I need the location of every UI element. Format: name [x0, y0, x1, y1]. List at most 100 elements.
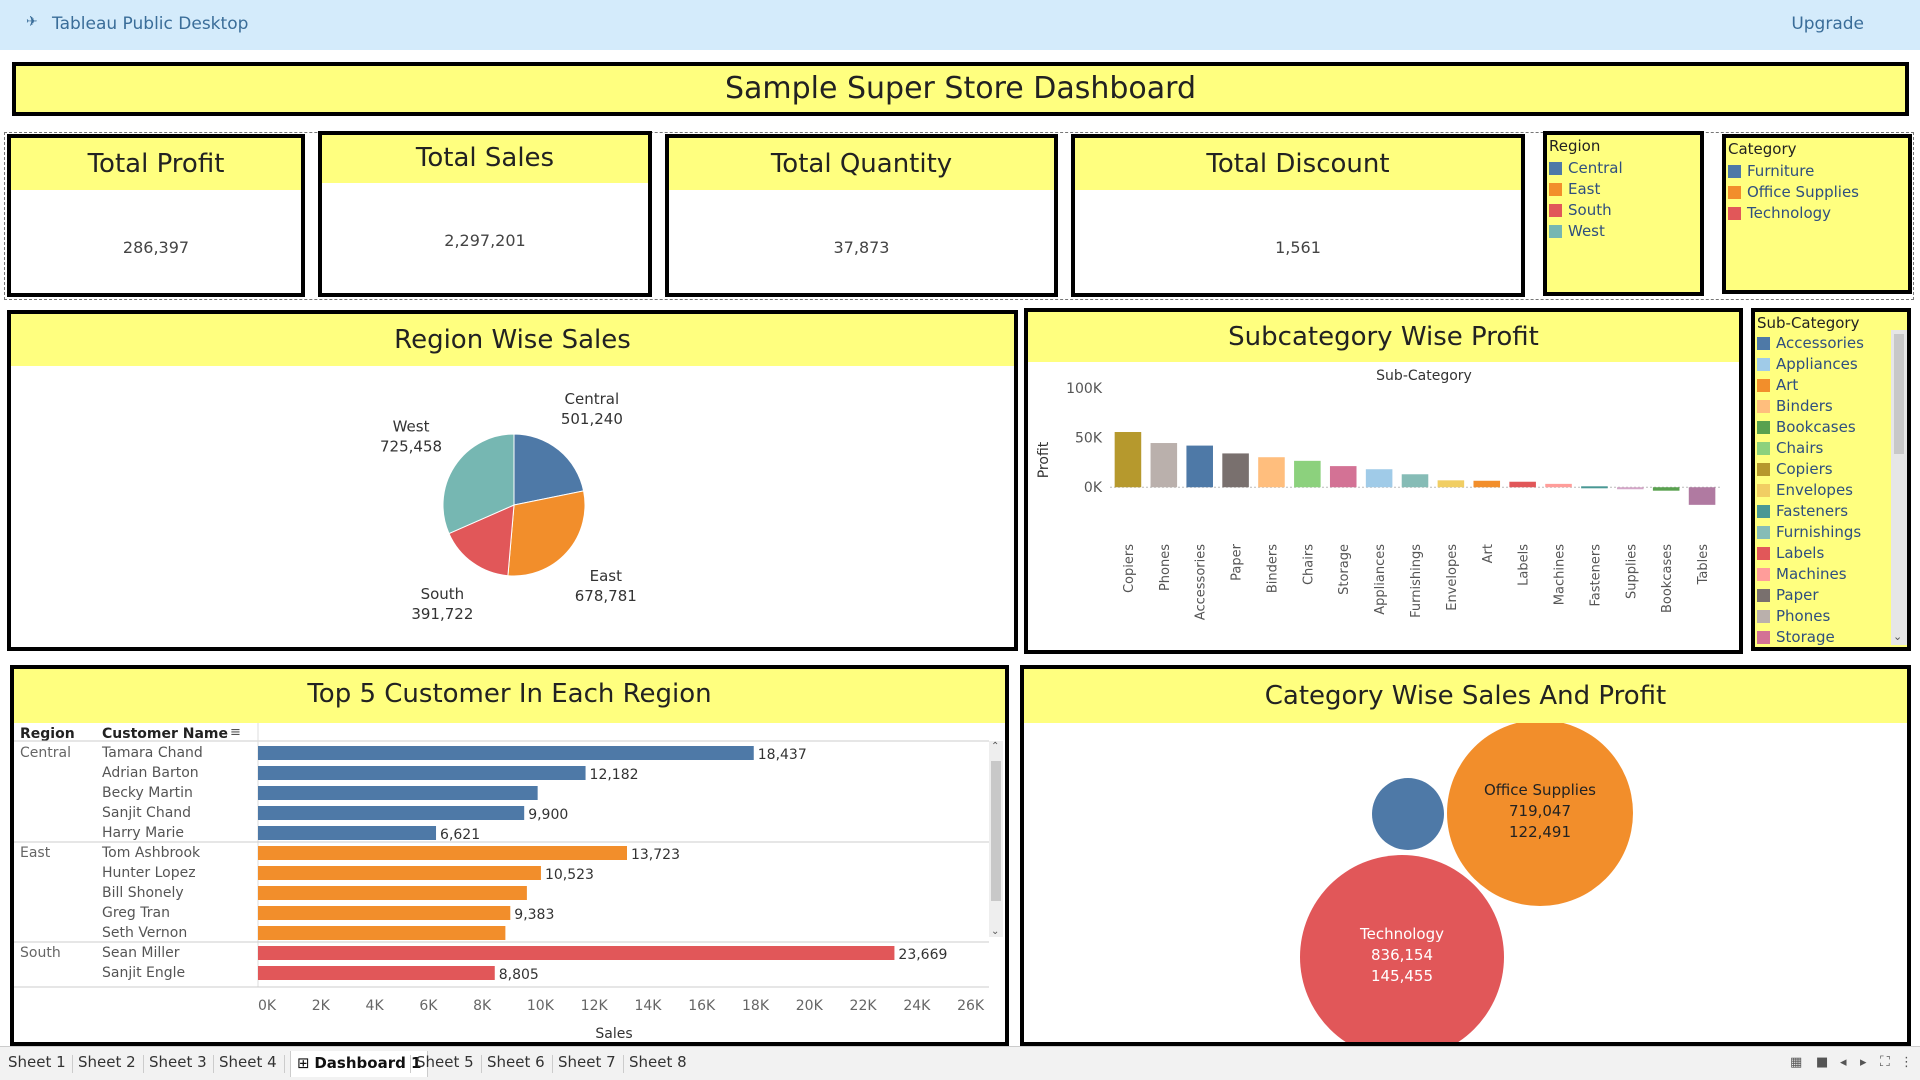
tab-separator: [72, 1055, 73, 1073]
tab-sheet-5[interactable]: Sheet 5: [416, 1053, 474, 1071]
legend-item-east[interactable]: East: [1549, 180, 1600, 198]
fullscreen-icon[interactable]: ⛶: [1880, 1054, 1890, 1070]
bar-envelopes[interactable]: [1437, 480, 1465, 488]
customer-name[interactable]: Adrian Barton: [102, 765, 199, 781]
bar-copiers[interactable]: [1114, 432, 1142, 488]
legend-item-art[interactable]: Art: [1757, 376, 1798, 394]
pie-slice-east[interactable]: [507, 490, 586, 577]
customer-bar[interactable]: [258, 786, 538, 800]
kpi-total-profit[interactable]: Total Profit 286,397: [7, 134, 305, 297]
customer-bar[interactable]: [258, 946, 895, 960]
legend-item-chairs[interactable]: Chairs: [1757, 439, 1823, 457]
tab-sheet-8[interactable]: Sheet 8: [629, 1053, 687, 1071]
customer-name[interactable]: Tom Ashbrook: [101, 845, 201, 861]
customer-name[interactable]: Becky Martin: [102, 785, 193, 801]
customer-name[interactable]: Sanjit Engle: [102, 965, 185, 981]
legend-label: Fasteners: [1776, 502, 1849, 520]
legend-item-south[interactable]: South: [1549, 201, 1612, 219]
bar-paper[interactable]: [1222, 453, 1249, 488]
legend-item-central[interactable]: Central: [1549, 159, 1623, 177]
kpi-total-quantity[interactable]: Total Quantity 37,873: [665, 134, 1058, 297]
customer-name[interactable]: Bill Shonely: [102, 885, 184, 901]
chevron-down-icon[interactable]: ⌄: [991, 926, 999, 937]
legend-item-furnishings[interactable]: Furnishings: [1757, 523, 1861, 541]
kpi-total-discount[interactable]: Total Discount 1,561: [1071, 134, 1525, 297]
legend-item-bookcases[interactable]: Bookcases: [1757, 418, 1856, 436]
customer-name[interactable]: Tamara Chand: [101, 745, 203, 761]
legend-item-labels[interactable]: Labels: [1757, 544, 1824, 562]
customer-bar[interactable]: [258, 886, 527, 900]
customer-bar[interactable]: [258, 926, 506, 940]
tab-sheet-1[interactable]: Sheet 1: [8, 1053, 66, 1071]
tab-separator: [410, 1055, 411, 1073]
bar-binders[interactable]: [1258, 457, 1285, 488]
legend-item-storage[interactable]: Storage: [1757, 628, 1835, 646]
legend-item-technology[interactable]: Technology: [1728, 204, 1831, 222]
chevron-up-icon[interactable]: ⌃: [991, 741, 999, 752]
bar-storage[interactable]: [1329, 466, 1357, 488]
kpi-total-sales[interactable]: Total Sales 2,297,201: [318, 131, 652, 297]
bar-supplies[interactable]: [1617, 487, 1644, 490]
legend-item-phones[interactable]: Phones: [1757, 607, 1830, 625]
upgrade-link[interactable]: Upgrade: [1791, 14, 1864, 34]
bar-bookcases[interactable]: [1652, 487, 1680, 491]
tab-sheet-4[interactable]: Sheet 4: [219, 1053, 277, 1071]
bubble-sales: 836,154: [1371, 946, 1433, 964]
bar-chairs[interactable]: [1294, 460, 1321, 488]
legend-item-paper[interactable]: Paper: [1757, 586, 1818, 604]
bar-labels[interactable]: [1509, 481, 1536, 488]
bar-phones[interactable]: [1150, 443, 1178, 488]
customer-bar[interactable]: [258, 806, 525, 820]
customer-bar[interactable]: [258, 846, 627, 860]
bar-furnishings[interactable]: [1401, 474, 1429, 488]
bar-accessories[interactable]: [1186, 445, 1213, 488]
tab-dashboard-1[interactable]: ⊞ Dashboard 1: [290, 1051, 429, 1077]
customer-name[interactable]: Harry Marie: [102, 825, 184, 841]
scrollbar-thumb[interactable]: [1894, 334, 1904, 454]
legend-scrollbar[interactable]: ⌄: [1891, 330, 1907, 645]
prev-sheet-icon[interactable]: ◂: [1840, 1055, 1847, 1070]
customers-scrollbar[interactable]: ⌃ ⌄: [989, 741, 1003, 937]
bubble-label: Technology: [1359, 925, 1444, 943]
tab-sheet-7[interactable]: Sheet 7: [558, 1053, 616, 1071]
customer-bar[interactable]: [258, 746, 754, 760]
legend-item-machines[interactable]: Machines: [1757, 565, 1847, 583]
legend-item-office-supplies[interactable]: Office Supplies: [1728, 183, 1859, 201]
bubble-furniture[interactable]: [1372, 778, 1444, 850]
scrollbar-thumb[interactable]: [991, 761, 1001, 901]
customer-name[interactable]: Hunter Lopez: [102, 865, 196, 881]
legend-item-fasteners[interactable]: Fasteners: [1757, 502, 1848, 520]
x-tick-label: Furnishings: [1409, 544, 1424, 618]
legend-item-copiers[interactable]: Copiers: [1757, 460, 1833, 478]
customer-name[interactable]: Sanjit Chand: [102, 805, 191, 821]
bar-tables[interactable]: [1688, 487, 1716, 505]
bar-art[interactable]: [1473, 480, 1501, 488]
more-icon[interactable]: ⋮: [1900, 1055, 1913, 1070]
legend-item-binders[interactable]: Binders: [1757, 397, 1833, 415]
chevron-down-icon[interactable]: ⌄: [1893, 630, 1902, 643]
legend-item-accessories[interactable]: Accessories: [1757, 334, 1864, 352]
customer-bar[interactable]: [258, 866, 541, 880]
grid-view-icon[interactable]: ▦: [1790, 1055, 1802, 1070]
bar-machines[interactable]: [1545, 483, 1572, 488]
legend-item-furniture[interactable]: Furniture: [1728, 162, 1814, 180]
filmstrip-icon[interactable]: ■: [1816, 1055, 1828, 1070]
legend-item-west[interactable]: West: [1549, 222, 1605, 240]
subcategory-bar-chart: Sub-Category Profit 100K 50K 0K Copiers Phones…: [1036, 368, 1720, 620]
tab-sheet-6[interactable]: Sheet 6: [487, 1053, 545, 1071]
customer-name[interactable]: Greg Tran: [102, 905, 170, 921]
legend-title: Sub-Category: [1757, 314, 1860, 332]
tab-sheet-3[interactable]: Sheet 3: [149, 1053, 207, 1071]
tab-sheet-2[interactable]: Sheet 2: [78, 1053, 136, 1071]
customer-bar[interactable]: [258, 906, 511, 920]
customer-bar[interactable]: [258, 766, 586, 780]
customer-name[interactable]: Sean Miller: [102, 945, 180, 961]
bar-appliances[interactable]: [1365, 469, 1393, 488]
legend-item-envelopes[interactable]: Envelopes: [1757, 481, 1853, 499]
bar-fasteners[interactable]: [1581, 486, 1608, 489]
customer-name[interactable]: Seth Vernon: [102, 925, 187, 941]
customer-bar[interactable]: [258, 966, 495, 980]
next-sheet-icon[interactable]: ▸: [1860, 1055, 1867, 1070]
customer-bar[interactable]: [258, 826, 437, 840]
legend-item-appliances[interactable]: Appliances: [1757, 355, 1858, 373]
